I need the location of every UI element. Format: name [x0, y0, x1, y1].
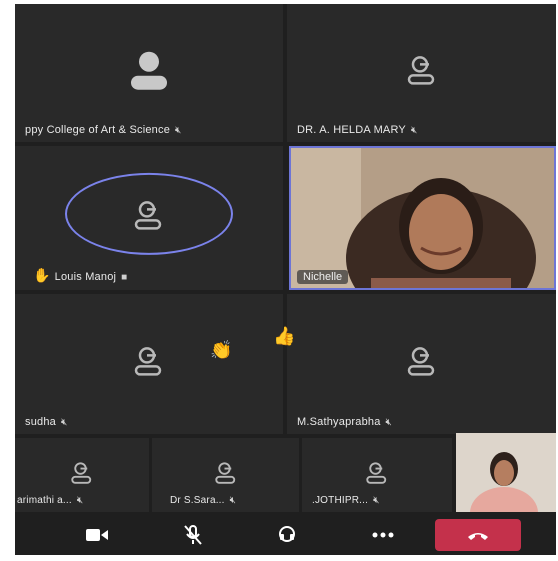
mic-muted-icon: 🔇︎: [410, 125, 418, 136]
camera-icon: [86, 529, 108, 541]
call-participant-icon: [71, 462, 92, 484]
mic-muted-icon: 🔇︎: [229, 495, 237, 506]
mic-muted-icon: 🔇︎: [373, 495, 380, 506]
participant-name: Dr S.Sara... 🔇︎: [170, 495, 237, 506]
participant-tile-small[interactable]: Dr S.Sara... 🔇︎: [152, 438, 299, 512]
speaker-button[interactable]: [257, 519, 317, 551]
participant-tile-small[interactable]: .JOTHIPR... 🔇︎: [302, 438, 452, 512]
hang-up-button[interactable]: [435, 519, 521, 551]
more-options-button[interactable]: [353, 519, 413, 551]
participant-name: M.Sathyaprabha 🔇︎: [297, 416, 393, 428]
participant-tile[interactable]: sudha 🔇︎: [15, 294, 283, 434]
participant-name: .JOTHIPR... 🔇︎: [312, 495, 380, 506]
screenshot-frame: ppy College of Art & Science 🔇︎ DR. A. HE…: [0, 0, 558, 561]
participant-tile[interactable]: M.Sathyaprabha 🔇︎: [287, 294, 556, 434]
call-participant-icon: [214, 462, 235, 484]
camera-off-icon: ■: [121, 272, 128, 283]
person-silhouette-icon: [131, 51, 167, 90]
call-participant-icon: [366, 462, 387, 484]
clapping-hands-icon: 👏: [210, 340, 233, 360]
mic-off-icon: [184, 525, 202, 545]
participant-tile-speaking[interactable]: ✋ Louis Manoj ■: [15, 146, 283, 290]
more-icon: [372, 532, 394, 538]
thumbs-up-icon: 👍: [273, 326, 296, 346]
participant-name: ✋ Louis Manoj ■: [33, 267, 128, 283]
teams-meeting-window: ppy College of Art & Science 🔇︎ DR. A. HE…: [15, 4, 556, 555]
call-participant-icon: [407, 347, 434, 376]
participant-name: arimathi a... 🔇︎: [17, 495, 84, 506]
mic-toggle-button[interactable]: [163, 519, 223, 551]
participant-name: sudha 🔇︎: [25, 416, 68, 428]
camera-toggle-button[interactable]: [67, 519, 127, 551]
participant-tile[interactable]: DR. A. HELDA MARY 🔇︎: [287, 4, 556, 142]
call-participant-icon: [134, 347, 162, 376]
mic-muted-icon: 🔇︎: [76, 495, 84, 506]
raised-hand-icon: ✋: [33, 267, 51, 283]
self-video-feed: [456, 433, 556, 512]
participant-name: ppy College of Art & Science 🔇︎: [25, 124, 182, 136]
call-participant-icon: [407, 56, 434, 85]
mic-muted-icon: 🔇︎: [60, 417, 68, 428]
participant-tile[interactable]: ppy College of Art & Science 🔇︎: [15, 4, 283, 142]
participant-video-feed: [291, 148, 554, 288]
participant-tile-small[interactable]: arimathi a... 🔇︎: [15, 438, 149, 512]
self-view-video[interactable]: [456, 433, 556, 512]
participant-name: Nichelle: [297, 270, 349, 284]
participant-name: DR. A. HELDA MARY 🔇︎: [297, 124, 418, 136]
mic-muted-icon: 🔇︎: [385, 417, 393, 428]
call-controls-bar: [15, 514, 556, 555]
hang-up-icon: [468, 533, 488, 540]
call-participant-icon: [134, 201, 162, 230]
speaker-icon: [279, 526, 295, 542]
mic-muted-icon: 🔇︎: [175, 125, 182, 136]
participant-video-tile[interactable]: Nichelle: [289, 146, 556, 290]
